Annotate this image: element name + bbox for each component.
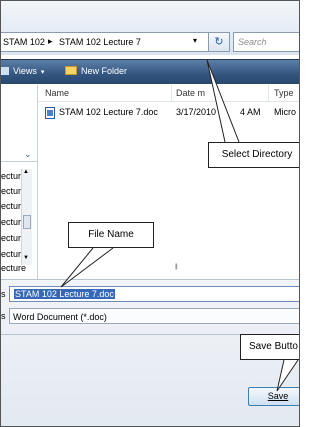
breadcrumb-separator-icon[interactable]: ▸ xyxy=(48,36,53,47)
search-placeholder: Search xyxy=(238,37,267,47)
callout-save-button: Save Butto xyxy=(240,334,299,360)
column-header-name[interactable]: Name xyxy=(45,88,69,98)
horizontal-scrollbar[interactable]: ||| xyxy=(38,263,299,273)
views-button[interactable]: Views ▾ xyxy=(1,66,44,76)
column-headers: Name Date m Type xyxy=(38,85,299,102)
save-as-type-label: s xyxy=(1,311,6,321)
column-header-date-modified[interactable]: Date m xyxy=(176,88,205,98)
scrollbar-thumb[interactable] xyxy=(23,215,31,229)
new-folder-button[interactable]: New Folder xyxy=(65,66,127,76)
column-divider[interactable] xyxy=(268,85,269,102)
callout-select-directory: Select Directory xyxy=(208,142,299,168)
breadcrumb-stam-102[interactable]: STAM 102 xyxy=(3,37,45,47)
chevron-down-icon[interactable]: ⌄ xyxy=(24,149,32,160)
save-as-dialog: STAM 102 ▸ STAM 102 Lecture 7 ▾ ↻ Search… xyxy=(0,0,300,427)
folder-icon xyxy=(65,66,77,75)
save-as-type-select[interactable]: Word Document (*.doc) xyxy=(9,308,299,324)
save-button[interactable]: Save xyxy=(248,387,299,406)
file-name-value: STAM 102 Lecture 7.doc xyxy=(14,289,115,299)
file-name-label: s xyxy=(1,289,6,299)
toolbar: Views ▾ New Folder xyxy=(1,59,299,84)
file-list: Name Date m Type STAM 102 Lecture 7.doc … xyxy=(38,85,299,279)
file-time: 4 AM xyxy=(240,107,261,117)
file-type: Micro xyxy=(274,107,296,117)
file-date: 3/17/2010 xyxy=(176,107,217,117)
scroll-grip-icon[interactable]: ||| xyxy=(175,264,178,270)
save-as-type-value: Word Document (*.doc) xyxy=(13,312,107,322)
folders-header[interactable]: ⌄ xyxy=(1,149,38,162)
new-folder-label: New Folder xyxy=(81,66,128,76)
vertical-scrollbar[interactable]: ▲ ▼ xyxy=(21,169,32,265)
search-input[interactable]: Search xyxy=(233,32,299,52)
address-bar[interactable]: STAM 102 ▸ STAM 102 Lecture 7 ▾ xyxy=(1,32,225,52)
scroll-down-icon[interactable]: ▼ xyxy=(23,255,29,261)
breadcrumb-stam-102-lecture-7[interactable]: STAM 102 Lecture 7 xyxy=(59,37,141,47)
address-dropdown-icon[interactable]: ▾ xyxy=(193,36,197,45)
column-divider[interactable] xyxy=(171,85,172,102)
word-document-icon xyxy=(45,107,55,119)
views-icon xyxy=(1,67,9,75)
callout-file-name: File Name xyxy=(68,222,154,248)
navigation-pane: ⌄ ecture ecture ecture ecture ecture ect… xyxy=(1,85,38,279)
column-header-type[interactable]: Type xyxy=(274,88,294,98)
file-name-input[interactable]: STAM 102 Lecture 7.doc xyxy=(9,286,299,302)
refresh-button[interactable]: ↻ xyxy=(208,32,230,52)
address-bar-row: STAM 102 ▸ STAM 102 Lecture 7 ▾ ↻ Search xyxy=(1,1,299,55)
file-row[interactable]: STAM 102 Lecture 7.doc 3/17/2010 4 AM Mi… xyxy=(38,105,299,121)
chevron-down-icon: ▾ xyxy=(40,69,45,76)
views-label: Views xyxy=(13,66,37,76)
file-name: STAM 102 Lecture 7.doc xyxy=(59,107,158,117)
scroll-up-icon[interactable]: ▲ xyxy=(23,169,29,175)
